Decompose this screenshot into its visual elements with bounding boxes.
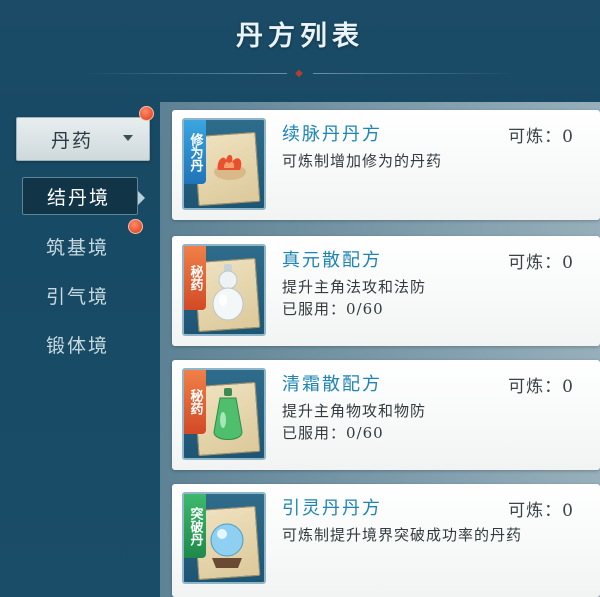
craftable-count: 可炼：0 — [508, 501, 574, 521]
flame-pill-icon — [214, 154, 246, 180]
sidebar-item-jiedan[interactable]: 结丹境 — [22, 177, 138, 215]
recipe-card[interactable]: 突破丹 引灵丹丹方 可炼：0 可炼制提升境界突破成功率的丹药 — [172, 484, 600, 597]
craftable-count: 可炼：0 — [508, 377, 574, 397]
recipe-tag: 修为丹 — [184, 120, 206, 184]
sidebar-item-zhuji[interactable]: 筑基境 — [22, 227, 138, 265]
recipe-name: 清霜散配方 — [282, 374, 382, 395]
title-divider-right — [313, 73, 518, 74]
recipe-card[interactable]: 修为丹 续脉丹丹方 可炼：0 可炼制增加修为的丹药 — [172, 110, 600, 220]
recipe-card[interactable]: 秘药 清霜散配方 可炼：0 提升主角物攻和物防 已服用：0/60 — [172, 360, 600, 470]
crystal-orb-icon — [210, 523, 244, 568]
title-divider-left — [82, 73, 287, 74]
recipe-description: 可炼制提升境界突破成功率的丹药 — [282, 526, 523, 544]
used-count: 已服用：0/60 — [282, 300, 384, 318]
recipe-description: 可炼制增加修为的丹药 — [282, 152, 443, 170]
page-title: 丹方列表 — [236, 21, 364, 52]
header: 丹方列表 ◆ — [0, 0, 600, 100]
sidebar-item-yinqi[interactable]: 引气境 — [22, 276, 138, 314]
active-arrow-icon — [138, 191, 145, 205]
recipe-tag-text: 秘药 — [187, 389, 203, 415]
used-count: 已服用：0/60 — [282, 424, 384, 442]
craftable-count: 可炼：0 — [508, 253, 574, 273]
craftable-count: 可炼：0 — [508, 127, 574, 147]
notification-badge — [139, 106, 154, 121]
category-dropdown[interactable]: 丹药 — [16, 117, 150, 161]
white-gourd-icon — [212, 264, 244, 321]
ornament-icon: ◆ — [295, 68, 303, 79]
recipe-name: 真元散配方 — [282, 250, 382, 271]
green-gourd-icon — [213, 388, 243, 440]
dropdown-label: 丹药 — [51, 129, 94, 152]
recipe-tag: 秘药 — [184, 246, 206, 310]
recipe-tag-text: 突破丹 — [187, 506, 203, 546]
recipe-thumbnail: 修为丹 — [182, 118, 266, 210]
recipe-card[interactable]: 秘药 真元散配方 可炼：0 提升主角法攻和法防 已服用：0/60 — [172, 236, 600, 346]
sidebar-item-label: 筑基境 — [46, 236, 110, 259]
recipe-tag: 突破丹 — [184, 494, 206, 558]
recipe-description: 提升主角法攻和法防 — [282, 278, 427, 296]
recipe-description: 提升主角物攻和物防 — [282, 402, 427, 420]
notification-badge — [128, 219, 143, 234]
recipe-tag-text: 秘药 — [187, 265, 203, 291]
sidebar-item-label: 锻体境 — [46, 334, 110, 357]
recipe-thumbnail: 突破丹 — [182, 492, 266, 584]
recipe-tag-text: 修为丹 — [187, 132, 203, 172]
recipe-tag: 秘药 — [184, 370, 206, 434]
recipe-thumbnail: 秘药 — [182, 368, 266, 460]
recipe-name: 续脉丹丹方 — [282, 124, 382, 145]
sidebar-item-duanti[interactable]: 锻体境 — [22, 325, 138, 363]
recipe-thumbnail: 秘药 — [182, 244, 266, 336]
recipe-name: 引灵丹丹方 — [282, 498, 382, 519]
sidebar-item-label: 引气境 — [46, 285, 110, 308]
chevron-down-icon — [123, 135, 133, 141]
sidebar-item-label: 结丹境 — [47, 186, 111, 209]
